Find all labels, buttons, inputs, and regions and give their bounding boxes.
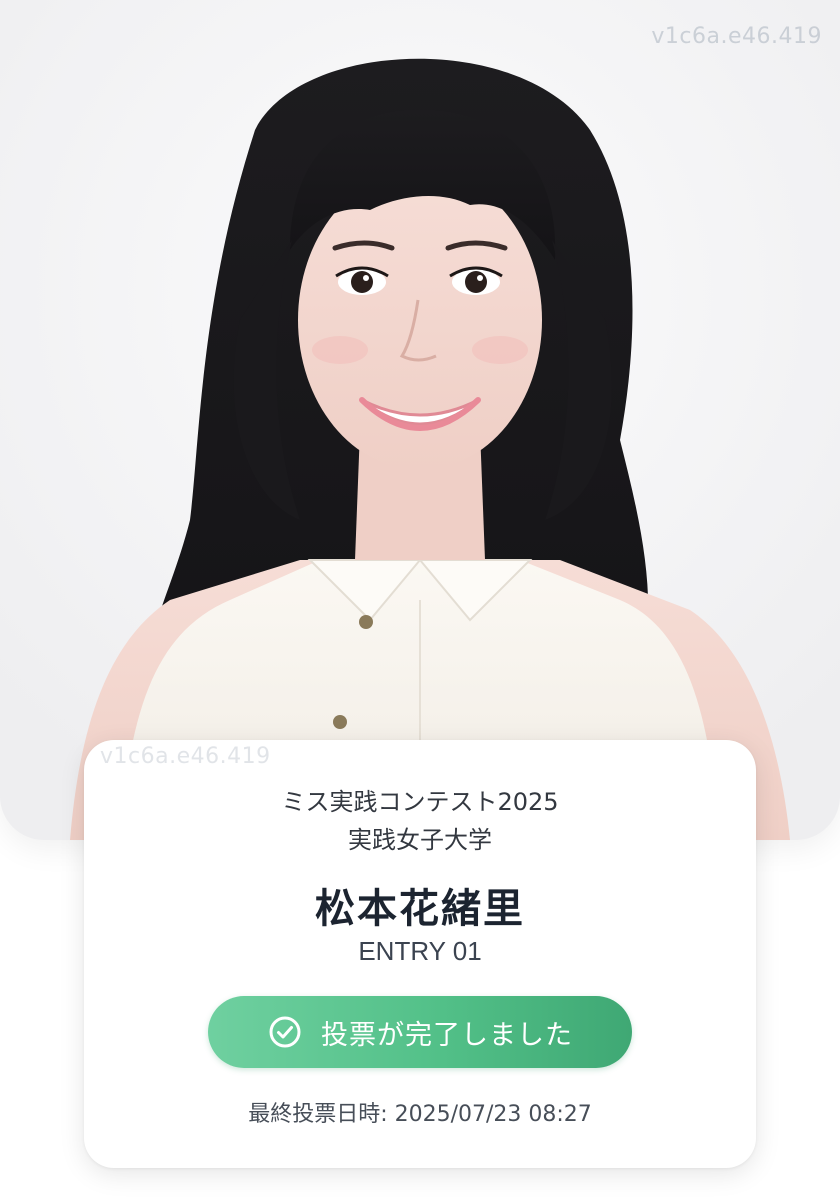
university-name: 実践女子大学 bbox=[348, 826, 492, 854]
last-vote-label: 最終投票日時: bbox=[248, 1102, 388, 1127]
entry-number: ENTRY 01 bbox=[358, 936, 482, 966]
vote-complete-button[interactable]: 投票が完了しました bbox=[208, 996, 632, 1068]
entry-page: v1c6a.e46.419 v1c6a.e46.419 ミス実践コンテスト202… bbox=[0, 0, 840, 1200]
check-circle-icon bbox=[267, 1014, 303, 1050]
candidate-photo: v1c6a.e46.419 bbox=[0, 0, 840, 840]
candidate-name: 松本花緒里 bbox=[315, 886, 525, 932]
contest-title: ミス実践コンテスト2025 bbox=[281, 788, 559, 816]
vote-complete-label: 投票が完了しました bbox=[321, 1019, 573, 1051]
last-vote-value: 2025/07/23 08:27 bbox=[394, 1102, 592, 1127]
entry-info-card: ミス実践コンテスト2025 実践女子大学 松本花緒里 ENTRY 01 投票が完… bbox=[84, 740, 756, 1168]
portrait-illustration bbox=[0, 0, 840, 840]
last-vote-datetime: 最終投票日時: 2025/07/23 08:27 bbox=[84, 1096, 756, 1128]
watermark-card: v1c6a.e46.419 bbox=[100, 744, 271, 769]
watermark-top: v1c6a.e46.419 bbox=[651, 24, 822, 49]
